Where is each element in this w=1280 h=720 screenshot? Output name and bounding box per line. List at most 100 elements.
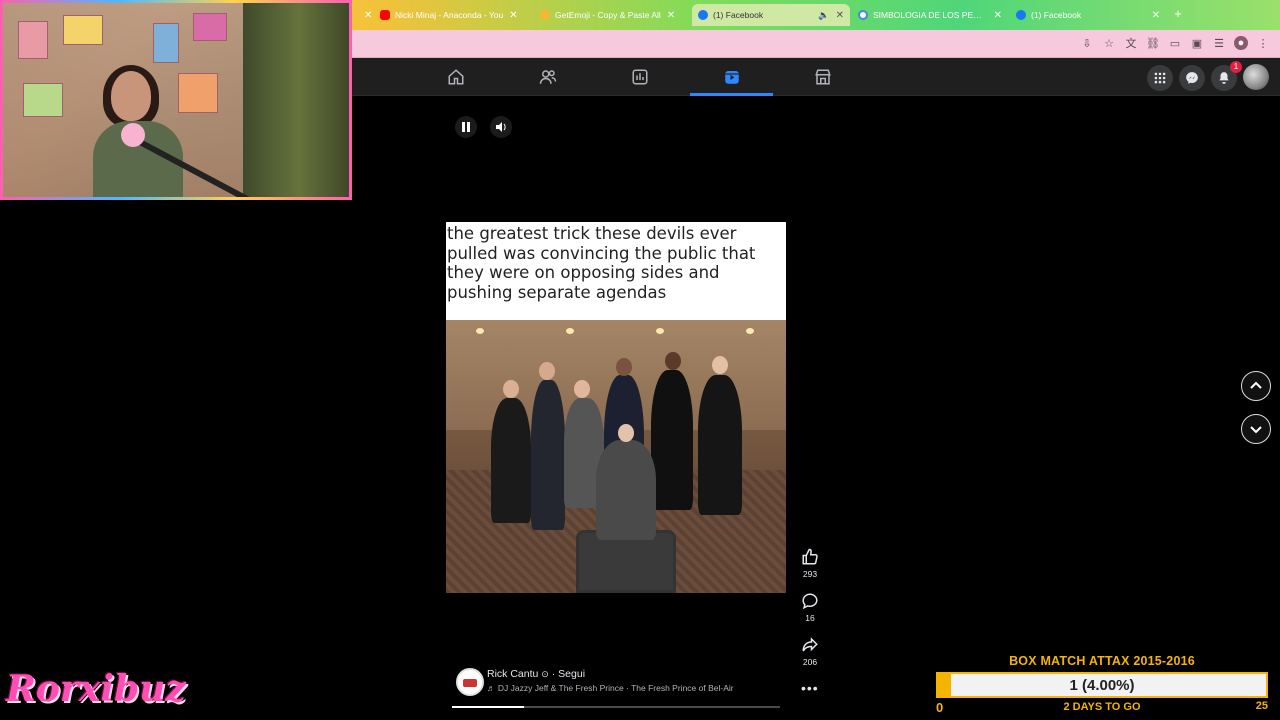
speaker-icon <box>496 122 506 132</box>
photo-person <box>651 370 693 510</box>
share-button[interactable]: 206 <box>796 636 824 680</box>
messenger-button[interactable] <box>1179 65 1205 91</box>
sidebar-icon[interactable]: ▭ <box>1168 36 1182 50</box>
reel-author: Rick Cantu ⊙ · Segui ♬ DJ Jazzy Jeff & T… <box>456 667 786 697</box>
reel-caption-text: the greatest trick these devils ever pul… <box>447 224 756 302</box>
speaker-icon[interactable]: 🔈 <box>818 10 829 21</box>
tab-facebook[interactable]: (1) Facebook ✕ <box>1010 4 1166 26</box>
photo-person-head <box>503 380 519 398</box>
star-icon[interactable]: ☆ <box>1102 36 1116 50</box>
tab-label: SIMBOLOGIA DE LOS PEDOI <box>873 10 988 20</box>
close-icon[interactable]: ✕ <box>667 10 675 21</box>
marketplace-icon[interactable] <box>812 66 834 88</box>
friends-icon[interactable] <box>537 66 559 88</box>
close-icon[interactable]: ✕ <box>364 10 372 21</box>
previous-reel-button[interactable] <box>1241 371 1271 401</box>
donation-goal-widget: BOX MATCH ATTAX 2015-2016 1 (4.00%) 0 2 … <box>934 652 1270 720</box>
tab-google[interactable]: SIMBOLOGIA DE LOS PEDOI ✕ <box>852 4 1008 26</box>
profile-icon[interactable]: ● <box>1234 36 1248 50</box>
emoji-icon <box>540 10 550 20</box>
streamer-brand-logo: Rorxibuz <box>6 668 186 710</box>
like-count: 293 <box>802 569 818 579</box>
home-icon[interactable] <box>445 66 467 88</box>
menu-grid-button[interactable] <box>1147 65 1173 91</box>
ceiling-light <box>746 328 754 334</box>
thumbs-up-icon <box>802 548 818 565</box>
separator-dot: · <box>551 668 556 680</box>
extension-icon[interactable]: ▣ <box>1190 36 1204 50</box>
next-reel-button[interactable] <box>1241 414 1271 444</box>
reel-photo <box>446 320 786 593</box>
menu-icon[interactable]: ⋮ <box>1256 36 1270 50</box>
photo-person-seated <box>596 440 656 540</box>
google-icon <box>858 10 868 20</box>
translate-icon[interactable]: 文 <box>1124 36 1138 50</box>
tab-youtube[interactable]: Nicki Minaj - Anaconda - You ✕ <box>374 4 532 26</box>
wall-poster <box>18 21 48 59</box>
tab-getemoji[interactable]: GetEmoji - Copy & Paste All ✕ <box>534 4 692 26</box>
close-icon[interactable]: ✕ <box>836 10 844 21</box>
wall-poster <box>193 13 227 41</box>
link-icon[interactable]: ⛓ <box>1146 36 1160 50</box>
wall-poster <box>178 73 218 113</box>
photo-person-head <box>574 380 590 398</box>
facebook-navbar <box>352 58 1280 96</box>
close-icon[interactable]: ✕ <box>1152 10 1160 21</box>
active-tab-indicator <box>690 93 773 96</box>
tab-partial[interactable]: ✕ <box>352 4 372 26</box>
toolbar-icons: ⇩ ☆ 文 ⛓ ▭ ▣ ☰ ● ⋮ <box>1080 36 1270 50</box>
account-avatar[interactable] <box>1243 64 1269 90</box>
playlist-icon[interactable]: ☰ <box>1212 36 1226 50</box>
tab-facebook-active[interactable]: (1) Facebook 🔈 ✕ <box>692 4 850 26</box>
close-icon[interactable]: ✕ <box>509 10 517 21</box>
tab-label: (1) Facebook <box>1031 10 1082 20</box>
verified-icon: ⊙ <box>541 669 549 679</box>
photo-person-head <box>665 352 681 370</box>
feeds-icon[interactable] <box>629 66 651 88</box>
reel-actions: 293 16 206 <box>796 548 824 680</box>
facebook-icon <box>698 10 708 20</box>
goal-bar: 1 (4.00%) <box>936 672 1268 698</box>
pause-button[interactable] <box>455 116 477 138</box>
ceiling-light <box>566 328 574 334</box>
tab-label: Nicki Minaj - Anaconda - You <box>395 10 504 20</box>
video-progress-bar[interactable] <box>452 706 780 708</box>
music-note-icon: ♬ <box>487 683 496 693</box>
photo-person-head <box>618 424 634 442</box>
comment-button[interactable]: 16 <box>796 592 824 636</box>
new-tab-button[interactable]: + <box>1170 6 1186 22</box>
author-avatar[interactable] <box>456 668 484 696</box>
webcam-overlay <box>0 0 352 200</box>
wall-poster <box>63 15 103 45</box>
song-title: DJ Jazzy Jeff & The Fresh Prince · The F… <box>497 683 734 693</box>
close-icon[interactable]: ✕ <box>994 10 1002 21</box>
grid-icon <box>1154 72 1166 84</box>
like-button[interactable]: 293 <box>796 548 824 592</box>
microphone <box>121 123 145 147</box>
more-options-icon[interactable]: ••• <box>801 680 819 696</box>
pause-icon <box>462 122 470 132</box>
wall-poster <box>153 23 179 63</box>
author-name[interactable]: Rick Cantu <box>487 668 538 680</box>
song-line[interactable]: ♬ DJ Jazzy Jeff & The Fresh Prince · The… <box>487 683 734 693</box>
reel-video[interactable]: the greatest trick these devils ever pul… <box>446 222 786 593</box>
install-icon[interactable]: ⇩ <box>1080 36 1094 50</box>
bell-icon <box>1219 72 1229 84</box>
goal-title: BOX MATCH ATTAX 2015-2016 <box>1009 654 1195 668</box>
follow-link[interactable]: Segui <box>558 668 585 680</box>
video-progress-fill <box>452 706 525 708</box>
notification-badge: 1 <box>1230 61 1242 73</box>
share-icon <box>802 637 818 652</box>
ceiling-light <box>476 328 484 334</box>
comment-count: 16 <box>805 613 815 623</box>
address-bar[interactable]: ⇩ ☆ 文 ⛓ ▭ ▣ ☰ ● ⋮ <box>352 30 1280 58</box>
facebook-icon <box>1016 10 1026 20</box>
youtube-icon <box>380 10 390 20</box>
reels-icon[interactable] <box>721 66 743 88</box>
chevron-down-icon <box>1250 426 1262 434</box>
goal-max: 25 <box>1255 700 1268 712</box>
photo-person <box>531 380 565 530</box>
wall-poster <box>23 83 63 117</box>
photo-person-head <box>712 356 728 374</box>
volume-button[interactable] <box>490 116 512 138</box>
